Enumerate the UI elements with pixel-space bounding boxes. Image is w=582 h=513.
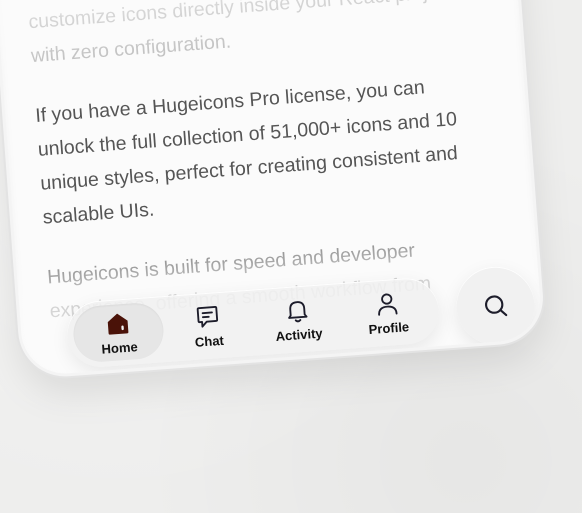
nav-label-home: Home [101, 339, 139, 357]
home-icon [107, 313, 129, 335]
nav-label-profile: Profile [368, 319, 410, 338]
nav-label-activity: Activity [275, 325, 324, 344]
nav-item-home[interactable]: Home [71, 301, 166, 364]
bell-icon [288, 301, 308, 323]
phone-frame: customize icons directly inside your Rea… [0, 0, 544, 377]
nav-item-profile[interactable]: Profile [341, 281, 435, 343]
user-icon [378, 293, 398, 316]
nav-label-chat: Chat [194, 332, 225, 350]
paragraph-pro-license: If you have a Hugeicons Pro license, you… [34, 76, 459, 229]
paragraph-intro: customize icons directly inside your Rea… [27, 0, 455, 68]
nav-item-activity[interactable]: Activity [251, 288, 345, 350]
nav-item-chat[interactable]: Chat [161, 295, 255, 357]
search-icon [485, 295, 508, 317]
stage: customize icons directly inside your Rea… [0, 0, 582, 513]
chat-icon [196, 306, 219, 328]
